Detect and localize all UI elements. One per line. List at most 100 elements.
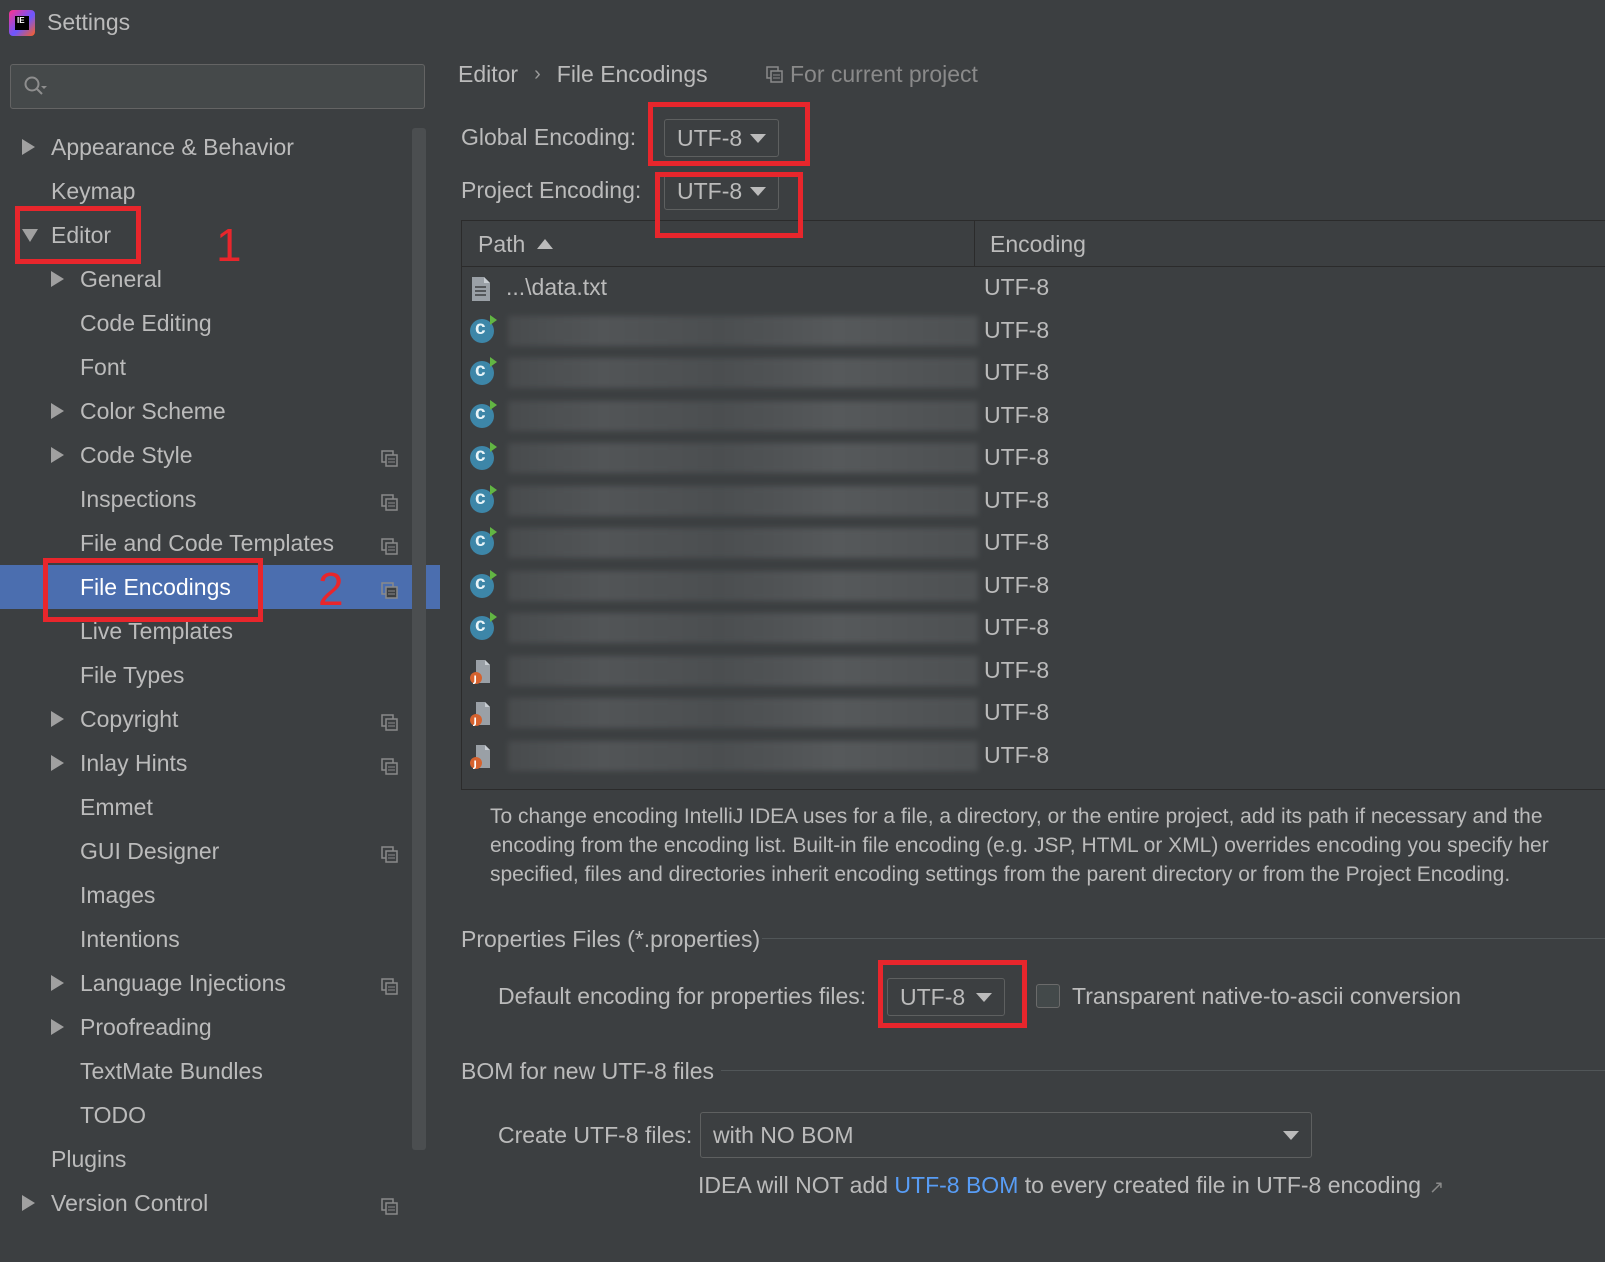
table-row[interactable]: UTF-8 [462, 565, 1605, 607]
sidebar-item-language-injections[interactable]: Language Injections [0, 961, 440, 1005]
table-row[interactable]: UTF-8 [462, 395, 1605, 437]
table-row[interactable]: J UTF-8 [462, 692, 1605, 734]
sidebar-item-label: Code Style [80, 441, 193, 468]
project-scope-icon [381, 710, 398, 731]
project-scope-icon [381, 490, 398, 511]
table-row[interactable]: J UTF-8 [462, 735, 1605, 777]
collapse-arrow-icon[interactable] [51, 271, 64, 287]
sidebar-item-label: Keymap [51, 177, 136, 204]
table-cell-encoding[interactable]: UTF-8 [984, 699, 1049, 726]
transparent-conversion-label[interactable]: Transparent native-to-ascii conversion [1072, 983, 1461, 1010]
sidebar-item-label: TODO [80, 1101, 147, 1128]
collapse-arrow-icon[interactable] [51, 755, 64, 771]
table-cell-encoding[interactable]: UTF-8 [984, 529, 1049, 556]
table-cell-encoding[interactable]: UTF-8 [984, 572, 1049, 599]
redacted-path-blur [508, 443, 978, 473]
column-header-encoding[interactable]: Encoding [990, 221, 1086, 267]
table-row[interactable]: UTF-8 [462, 310, 1605, 352]
sidebar-item-todo[interactable]: TODO [0, 1093, 440, 1137]
collapse-arrow-icon[interactable] [51, 975, 64, 991]
collapse-arrow-icon[interactable] [51, 447, 64, 463]
sidebar-item-file-types[interactable]: File Types [0, 653, 440, 697]
settings-search-input[interactable] [10, 64, 425, 109]
sidebar-item-label: Appearance & Behavior [51, 133, 294, 160]
breadcrumb-editor[interactable]: Editor [458, 61, 518, 88]
column-header-path[interactable]: Path [478, 221, 554, 267]
sidebar-item-textmate-bundles[interactable]: TextMate Bundles [0, 1049, 440, 1093]
sidebar-item-label: Version Control [51, 1189, 209, 1216]
table-cell-encoding[interactable]: UTF-8 [984, 359, 1049, 386]
sidebar-item-intentions[interactable]: Intentions [0, 917, 440, 961]
for-current-project-label: For current project [790, 61, 978, 87]
redacted-path-blur [508, 528, 978, 558]
external-link-icon: ↗ [1429, 1177, 1445, 1197]
table-cell-encoding[interactable]: UTF-8 [984, 317, 1049, 344]
project-scope-icon [766, 66, 783, 83]
table-cell-encoding[interactable]: UTF-8 [984, 444, 1049, 471]
sidebar-item-label: Images [80, 881, 156, 908]
class-file-icon [470, 484, 497, 513]
collapse-arrow-icon[interactable] [22, 1195, 35, 1211]
java-file-icon: J [470, 659, 492, 685]
table-row[interactable]: UTF-8 [462, 352, 1605, 394]
sidebar-item-label: File Types [80, 661, 185, 688]
collapse-arrow-icon[interactable] [51, 1019, 64, 1035]
create-utf8-label: Create UTF-8 files: [498, 1122, 693, 1148]
for-current-project: For current project [766, 61, 978, 88]
annotation-box-global-encoding [648, 102, 810, 166]
sidebar-item-version-control[interactable]: Version Control [0, 1181, 440, 1225]
table-cell-encoding[interactable]: UTF-8 [984, 487, 1049, 514]
sidebar-item-appearance-behavior[interactable]: Appearance & Behavior [0, 125, 440, 169]
table-cell-encoding[interactable]: UTF-8 [984, 657, 1049, 684]
create-utf8-value: with NO BOM [713, 1121, 854, 1148]
sidebar-item-label: Color Scheme [80, 397, 226, 424]
sidebar-item-font[interactable]: Font [0, 345, 440, 389]
encoding-help-text: To change encoding IntelliJ IDEA uses fo… [490, 805, 1549, 886]
sidebar-item-images[interactable]: Images [0, 873, 440, 917]
column-divider [974, 221, 975, 267]
collapse-arrow-icon[interactable] [51, 403, 64, 419]
sidebar-item-proofreading[interactable]: Proofreading [0, 1005, 440, 1049]
transparent-conversion-checkbox[interactable] [1036, 984, 1060, 1008]
sidebar-item-inlay-hints[interactable]: Inlay Hints [0, 741, 440, 785]
table-cell-encoding[interactable]: UTF-8 [984, 274, 1049, 301]
properties-default-label: Default encoding for properties files: [498, 983, 867, 1009]
sidebar-item-color-scheme[interactable]: Color Scheme [0, 389, 440, 433]
table-row[interactable]: UTF-8 [462, 522, 1605, 564]
utf8-bom-link[interactable]: UTF-8 BOM [894, 1172, 1018, 1198]
table-row[interactable]: ...\data.txt UTF-8 [462, 267, 1605, 309]
class-file-icon [470, 527, 497, 555]
file-encodings-panel: Editor › File Encodings For current proj… [440, 46, 1605, 1262]
create-utf8-combo[interactable]: with NO BOM [700, 1112, 1312, 1158]
sidebar-item-label: General [80, 265, 162, 292]
redacted-path-blur [508, 358, 978, 388]
class-file-icon [470, 399, 497, 428]
project-encoding-label: Project Encoding: [461, 177, 642, 203]
project-scope-icon [381, 842, 398, 863]
collapse-arrow-icon[interactable] [51, 711, 64, 727]
table-cell-encoding[interactable]: UTF-8 [984, 742, 1049, 769]
table-row[interactable]: UTF-8 [462, 480, 1605, 522]
file-encodings-table[interactable]: Path Encoding ...\data.txt UTF-8 UTF-8 UTF-… [461, 220, 1605, 790]
sidebar-item-plugins[interactable]: Plugins [0, 1137, 440, 1181]
bom-section-divider [721, 1070, 1605, 1071]
annotation-number-2: 2 [318, 563, 344, 615]
table-cell-encoding[interactable]: UTF-8 [984, 402, 1049, 429]
table-row[interactable]: UTF-8 [462, 607, 1605, 649]
table-row[interactable]: J UTF-8 [462, 650, 1605, 692]
sidebar-item-copyright[interactable]: Copyright [0, 697, 440, 741]
sidebar-item-gui-designer[interactable]: GUI Designer [0, 829, 440, 873]
sidebar-item-inspections[interactable]: Inspections [0, 477, 440, 521]
redacted-path-blur [508, 740, 978, 771]
sidebar-item-label: Font [80, 353, 127, 380]
collapse-arrow-icon[interactable] [22, 139, 35, 155]
sidebar-item-label: Inlay Hints [80, 749, 188, 776]
sidebar-item-code-editing[interactable]: Code Editing [0, 301, 440, 345]
breadcrumb-file-encodings: File Encodings [556, 61, 708, 87]
sidebar-scrollbar[interactable] [412, 128, 426, 1150]
sidebar-item-emmet[interactable]: Emmet [0, 785, 440, 829]
sidebar-item-code-style[interactable]: Code Style [0, 433, 440, 477]
sidebar-item-label: Inspections [80, 485, 197, 512]
table-row[interactable]: UTF-8 [462, 437, 1605, 479]
table-cell-encoding[interactable]: UTF-8 [984, 614, 1049, 641]
